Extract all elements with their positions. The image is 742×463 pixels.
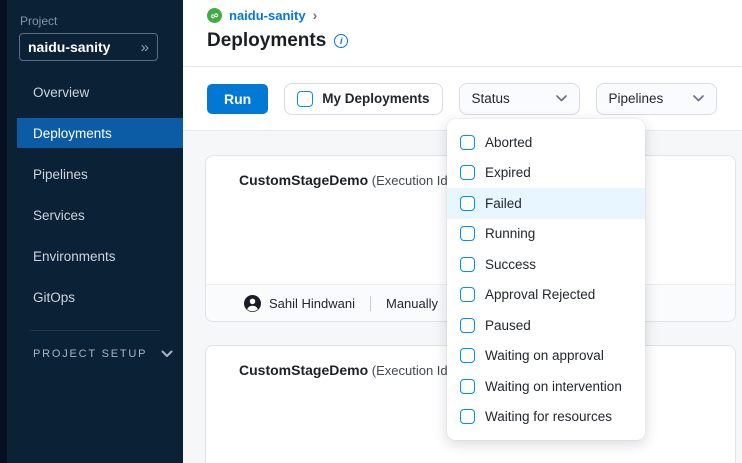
checkbox[interactable] — [460, 165, 475, 180]
status-option-label: Failed — [485, 196, 522, 211]
sidebar-item-gitops[interactable]: GitOps — [17, 282, 183, 312]
my-deployments-label: My Deployments — [322, 91, 429, 106]
status-filter-menu: Aborted Expired Failed Running Success A… — [447, 119, 645, 440]
sidebar-item-environments[interactable]: Environments — [17, 241, 183, 271]
status-option-label: Waiting on intervention — [485, 379, 622, 394]
status-option-label: Expired — [485, 165, 531, 180]
project-name: naidu-sanity — [28, 39, 141, 55]
status-option-label: Paused — [485, 318, 531, 333]
sidebar-item-services[interactable]: Services — [17, 200, 183, 230]
status-option-running[interactable]: Running — [447, 219, 645, 250]
page-title: Deployments — [207, 30, 326, 52]
project-setup-toggle[interactable]: PROJECT SETUP — [33, 348, 173, 360]
execution-id-text: (Execution Id — [368, 363, 448, 378]
status-option-label: Running — [485, 226, 535, 241]
page-title-row: Deployments i — [207, 30, 348, 52]
status-option-aborted[interactable]: Aborted — [447, 127, 645, 158]
checkbox[interactable] — [460, 409, 475, 424]
sidebar-divider — [30, 330, 160, 331]
my-deployments-checkbox[interactable] — [297, 91, 313, 107]
user-avatar-icon — [244, 295, 261, 312]
app-screen: Project naidu-sanity » Overview Deployme… — [0, 0, 742, 463]
checkbox[interactable] — [460, 318, 475, 333]
sidebar: Project naidu-sanity » Overview Deployme… — [0, 0, 183, 463]
execution-id-text: (Execution Id — [368, 173, 448, 188]
chevron-down-icon — [556, 95, 567, 102]
checkbox[interactable] — [460, 257, 475, 272]
status-option-paused[interactable]: Paused — [447, 310, 645, 341]
status-option-label: Waiting for resources — [485, 409, 612, 424]
status-option-failed[interactable]: Failed — [447, 188, 645, 219]
status-option-waiting-on-approval[interactable]: Waiting on approval — [447, 341, 645, 372]
sidebar-item-overview[interactable]: Overview — [17, 77, 183, 107]
status-option-waiting-for-resources[interactable]: Waiting for resources — [447, 402, 645, 433]
status-option-label: Success — [485, 257, 536, 272]
project-setup-label: PROJECT SETUP — [33, 348, 147, 360]
status-filter-label: Status — [472, 91, 510, 106]
chevron-down-icon — [693, 95, 704, 102]
trigger-type: Manually — [386, 296, 438, 311]
double-chevron-icon[interactable]: » — [141, 40, 149, 55]
checkbox[interactable] — [460, 348, 475, 363]
triggered-by-user: Sahil Hindwani — [269, 296, 355, 311]
checkbox[interactable] — [460, 196, 475, 211]
checkbox[interactable] — [460, 287, 475, 302]
my-deployments-toggle[interactable]: My Deployments — [284, 83, 442, 115]
breadcrumb-project-link[interactable]: naidu-sanity — [229, 8, 306, 23]
project-selector[interactable]: naidu-sanity » — [19, 33, 158, 61]
pipeline-name[interactable]: CustomStageDemo — [239, 362, 368, 378]
sidebar-nav: Overview Deployments Pipelines Services … — [0, 77, 183, 323]
cd-module-icon: ∞ — [205, 6, 224, 25]
status-option-waiting-on-intervention[interactable]: Waiting on intervention — [447, 371, 645, 402]
status-option-approval-rejected[interactable]: Approval Rejected — [447, 280, 645, 311]
project-label: Project — [20, 14, 57, 28]
chevron-down-icon — [161, 350, 173, 358]
status-filter-dropdown[interactable]: Status — [459, 83, 580, 115]
page-header: ∞ naidu-sanity › Deployments i — [183, 0, 742, 67]
status-option-expired[interactable]: Expired — [447, 158, 645, 189]
checkbox[interactable] — [460, 226, 475, 241]
pipeline-name[interactable]: CustomStageDemo — [239, 172, 368, 188]
pipelines-filter-dropdown[interactable]: Pipelines — [596, 83, 717, 115]
status-option-label: Aborted — [485, 135, 532, 150]
checkbox[interactable] — [460, 379, 475, 394]
sidebar-item-pipelines[interactable]: Pipelines — [17, 159, 183, 189]
breadcrumb-chevron-icon: › — [313, 7, 318, 23]
status-option-success[interactable]: Success — [447, 249, 645, 280]
checkbox[interactable] — [460, 135, 475, 150]
status-option-label: Approval Rejected — [485, 287, 595, 302]
footer-separator — [370, 296, 371, 311]
info-icon[interactable]: i — [334, 34, 348, 48]
sidebar-item-deployments[interactable]: Deployments — [17, 118, 183, 148]
status-option-label: Waiting on approval — [485, 348, 604, 363]
run-button[interactable]: Run — [207, 84, 268, 114]
pipelines-filter-label: Pipelines — [609, 91, 664, 106]
breadcrumb: ∞ naidu-sanity › — [207, 8, 317, 23]
